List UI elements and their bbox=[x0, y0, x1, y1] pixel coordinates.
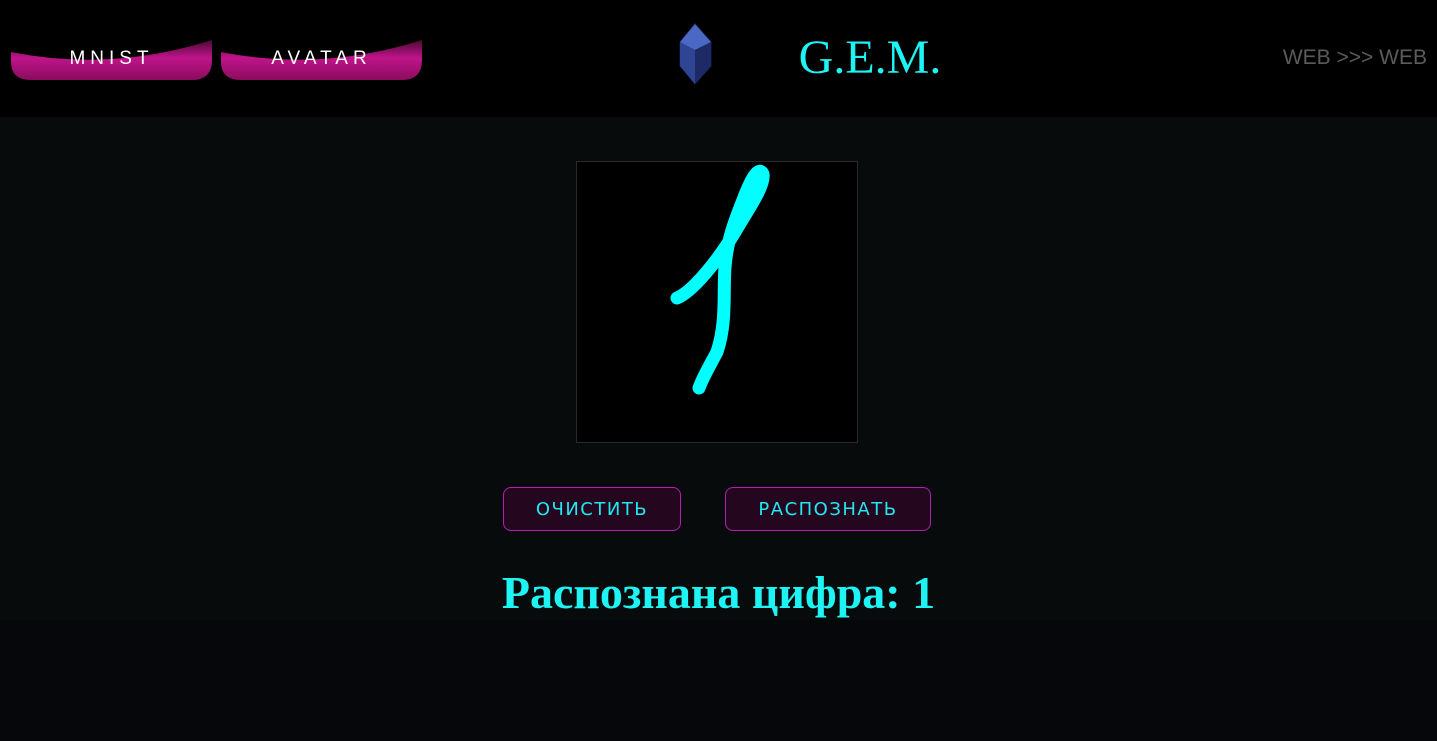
recognize-button[interactable]: РАСПОЗНАТЬ bbox=[725, 487, 931, 531]
header: MNIST AVATAR G.E.M. WEB >>> WEB bbox=[0, 0, 1437, 117]
web-link[interactable]: WEB >>> WEB bbox=[1283, 46, 1427, 70]
brand-title: G.E.M. bbox=[798, 31, 942, 84]
gem-icon bbox=[677, 22, 714, 86]
nav-tab-label: MNIST bbox=[69, 48, 154, 69]
nav-tab-mnist[interactable]: MNIST bbox=[11, 38, 212, 83]
recognition-result: Распознана цифра: 1 bbox=[501, 567, 936, 618]
footer bbox=[0, 620, 1437, 741]
nav-tab-avatar[interactable]: AVATAR bbox=[221, 38, 422, 83]
drawing-canvas[interactable] bbox=[576, 161, 858, 443]
nav-tab-label: AVATAR bbox=[271, 48, 372, 69]
drawn-digit-stroke bbox=[670, 164, 770, 395]
clear-button[interactable]: ОЧИСТИТЬ bbox=[503, 487, 681, 531]
